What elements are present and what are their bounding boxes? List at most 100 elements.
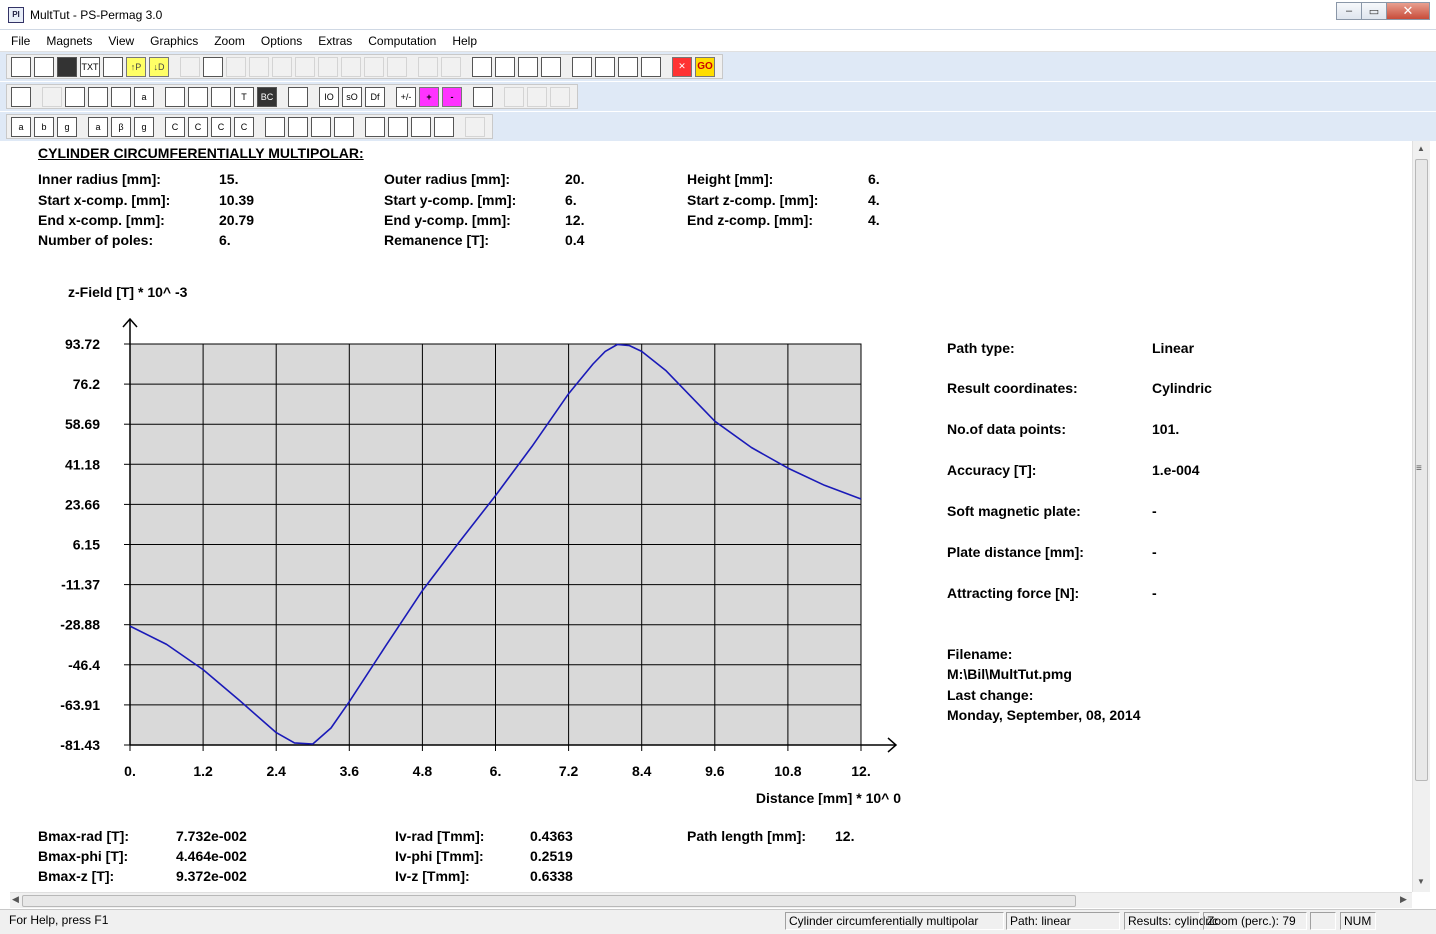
component-2-icon[interactable]: C bbox=[188, 116, 208, 137]
param-value: 15. bbox=[219, 171, 239, 187]
magnet-type-3-icon[interactable] bbox=[226, 56, 246, 77]
histogram-4-icon[interactable] bbox=[334, 116, 354, 137]
df-icon[interactable]: Df bbox=[365, 86, 385, 107]
restore-button[interactable]: ▭ bbox=[1361, 2, 1387, 20]
magnet-type-7-icon[interactable] bbox=[318, 56, 338, 77]
table-icon[interactable] bbox=[288, 86, 308, 107]
menu-help[interactable]: Help bbox=[450, 32, 479, 50]
horizontal-scroll-thumb[interactable] bbox=[22, 895, 1076, 907]
save-icon[interactable] bbox=[57, 56, 77, 77]
x-tick-label: 0. bbox=[124, 763, 136, 779]
grid-icon[interactable] bbox=[165, 86, 185, 107]
magnet-type-2-icon[interactable] bbox=[203, 56, 223, 77]
component-1-icon[interactable]: C bbox=[165, 116, 185, 137]
gamma-scale-icon[interactable]: g bbox=[134, 116, 154, 137]
axes-icon[interactable] bbox=[188, 86, 208, 107]
menu-zoom[interactable]: Zoom bbox=[212, 32, 247, 50]
scroll-up-icon[interactable]: ▲ bbox=[1417, 144, 1425, 153]
param-label: Start x-comp. [mm]: bbox=[38, 192, 171, 208]
component-3-icon[interactable]: C bbox=[211, 116, 231, 137]
path-x-icon[interactable] bbox=[472, 56, 492, 77]
beta-icon[interactable]: b bbox=[34, 116, 54, 137]
magnet-type-6-icon[interactable] bbox=[295, 56, 315, 77]
zoom-out-icon[interactable]: - bbox=[442, 86, 462, 107]
plus-minus-icon[interactable]: +/- bbox=[396, 86, 416, 107]
magnet-type-8-icon[interactable] bbox=[341, 56, 361, 77]
histogram-1-icon[interactable] bbox=[265, 116, 285, 137]
toolbar-row-1: TXT ↑P ↓D ✕ GO bbox=[0, 52, 1436, 81]
scroll-right-icon[interactable]: ▶ bbox=[1400, 894, 1407, 905]
hatch-icon[interactable] bbox=[42, 86, 62, 107]
text-tool-icon[interactable]: T bbox=[234, 86, 254, 107]
new-file-icon[interactable] bbox=[11, 56, 31, 77]
param-label: Remanence [T]: bbox=[384, 232, 490, 248]
field-view-4-icon[interactable] bbox=[434, 116, 454, 137]
menu-magnets[interactable]: Magnets bbox=[44, 32, 94, 50]
compute-3-icon[interactable] bbox=[618, 56, 638, 77]
menu-options[interactable]: Options bbox=[259, 32, 304, 50]
open-folder-icon[interactable] bbox=[34, 56, 54, 77]
curve-icon[interactable] bbox=[65, 86, 85, 107]
so-icon[interactable]: sO bbox=[342, 86, 362, 107]
compute-4-icon[interactable] bbox=[641, 56, 661, 77]
result-label: Iv-phi [Tmm]: bbox=[395, 848, 484, 864]
go-button[interactable]: GO bbox=[695, 56, 715, 77]
io-icon[interactable]: IO bbox=[319, 86, 339, 107]
param-label: Outer radius [mm]: bbox=[384, 171, 511, 187]
font-icon[interactable]: a bbox=[134, 86, 154, 107]
menu-file[interactable]: File bbox=[9, 32, 32, 50]
menu-computation[interactable]: Computation bbox=[366, 32, 438, 50]
stop-icon[interactable]: ✕ bbox=[672, 56, 692, 77]
magnet-type-1-icon[interactable] bbox=[180, 56, 200, 77]
magnet-type-10-icon[interactable] bbox=[387, 56, 407, 77]
magnet-type-9-icon[interactable] bbox=[364, 56, 384, 77]
export-graph-icon[interactable] bbox=[504, 86, 524, 107]
compute-2-icon[interactable] bbox=[595, 56, 615, 77]
print-icon[interactable] bbox=[103, 56, 123, 77]
field-view-1-icon[interactable] bbox=[365, 116, 385, 137]
scroll-down-icon[interactable]: ▼ bbox=[1417, 877, 1425, 886]
permag-app-icon[interactable]: PI bbox=[8, 7, 24, 23]
component-4-icon[interactable]: C bbox=[234, 116, 254, 137]
diagonal-icon[interactable] bbox=[473, 86, 493, 107]
path-z-icon[interactable] bbox=[518, 56, 538, 77]
field-view-2-icon[interactable] bbox=[388, 116, 408, 137]
title-bar: PI MultTut - PS-Permag 3.0 – ▭ ✕ bbox=[0, 0, 1436, 30]
compute-1-icon[interactable] bbox=[572, 56, 592, 77]
magnet-type-5-icon[interactable] bbox=[272, 56, 292, 77]
magnet-direction-icon[interactable]: ↓D bbox=[149, 56, 169, 77]
path-y-icon[interactable] bbox=[495, 56, 515, 77]
close-button[interactable]: ✕ bbox=[1386, 2, 1430, 20]
bar-graph-icon[interactable] bbox=[88, 86, 108, 107]
magnet-type-11-icon[interactable] bbox=[418, 56, 438, 77]
chart-icon[interactable] bbox=[550, 86, 570, 107]
minimize-button[interactable]: – bbox=[1336, 2, 1362, 20]
menu-graphics[interactable]: Graphics bbox=[148, 32, 200, 50]
zoom-in-icon[interactable]: + bbox=[419, 86, 439, 107]
histogram-3-icon[interactable] bbox=[311, 116, 331, 137]
path-s-icon[interactable] bbox=[541, 56, 561, 77]
status-magnet-type: Cylinder circumferentially multipolar bbox=[785, 912, 1004, 930]
dotted-line-icon[interactable] bbox=[211, 86, 231, 107]
text-export-icon[interactable]: TXT bbox=[80, 56, 100, 77]
vertical-scrollbar[interactable]: ▲ ≡ ▼ bbox=[1412, 141, 1430, 892]
magnet-position-icon[interactable]: ↑P bbox=[126, 56, 146, 77]
horizontal-scrollbar[interactable]: ◀ ▶ bbox=[10, 892, 1412, 908]
toolbar-row-3: a b g a β g C C C C bbox=[0, 112, 1436, 141]
beta-scale-icon[interactable]: β bbox=[111, 116, 131, 137]
color-palette-icon[interactable] bbox=[111, 86, 131, 107]
menu-extras[interactable]: Extras bbox=[316, 32, 354, 50]
field-view-3-icon[interactable] bbox=[411, 116, 431, 137]
color-scale-icon[interactable] bbox=[11, 86, 31, 107]
background-color-icon[interactable]: BC bbox=[257, 86, 277, 107]
magnet-type-12-icon[interactable] bbox=[441, 56, 461, 77]
alpha-icon[interactable]: a bbox=[11, 116, 31, 137]
gamma-icon[interactable]: g bbox=[57, 116, 77, 137]
magnet-type-4-icon[interactable] bbox=[249, 56, 269, 77]
alpha-scale-icon[interactable]: a bbox=[88, 116, 108, 137]
histogram-2-icon[interactable] bbox=[288, 116, 308, 137]
field-view-5-icon[interactable] bbox=[465, 116, 485, 137]
columns-icon[interactable] bbox=[527, 86, 547, 107]
menu-view[interactable]: View bbox=[106, 32, 136, 50]
scroll-left-icon[interactable]: ◀ bbox=[12, 894, 19, 905]
